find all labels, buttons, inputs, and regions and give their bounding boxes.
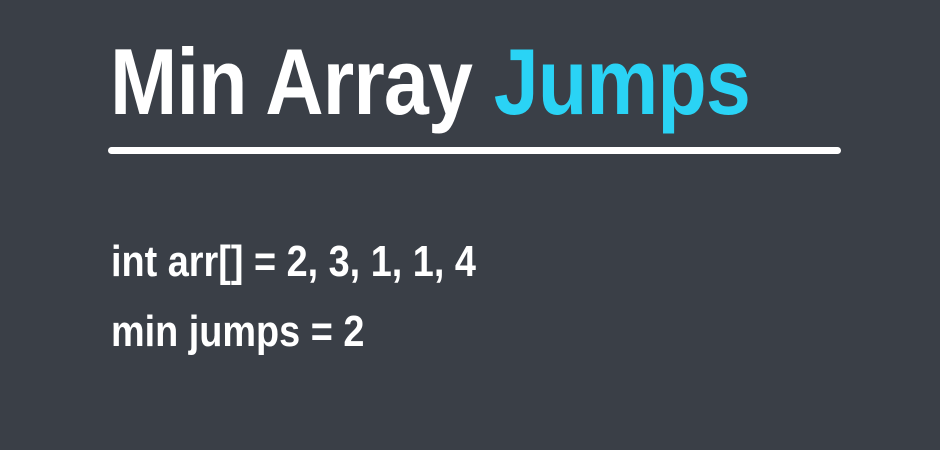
array-definition-line: int arr[] = 2, 3, 1, 1, 4 <box>111 237 476 286</box>
page-title: Min Array Jumps <box>110 26 751 138</box>
title-accent-text: Jumps <box>493 29 751 134</box>
min-jumps-line: min jumps = 2 <box>111 307 365 356</box>
title-underline <box>108 147 841 154</box>
slide: Min Array Jumps int arr[] = 2, 3, 1, 1, … <box>0 0 940 450</box>
title-main-text: Min Array <box>110 29 494 134</box>
